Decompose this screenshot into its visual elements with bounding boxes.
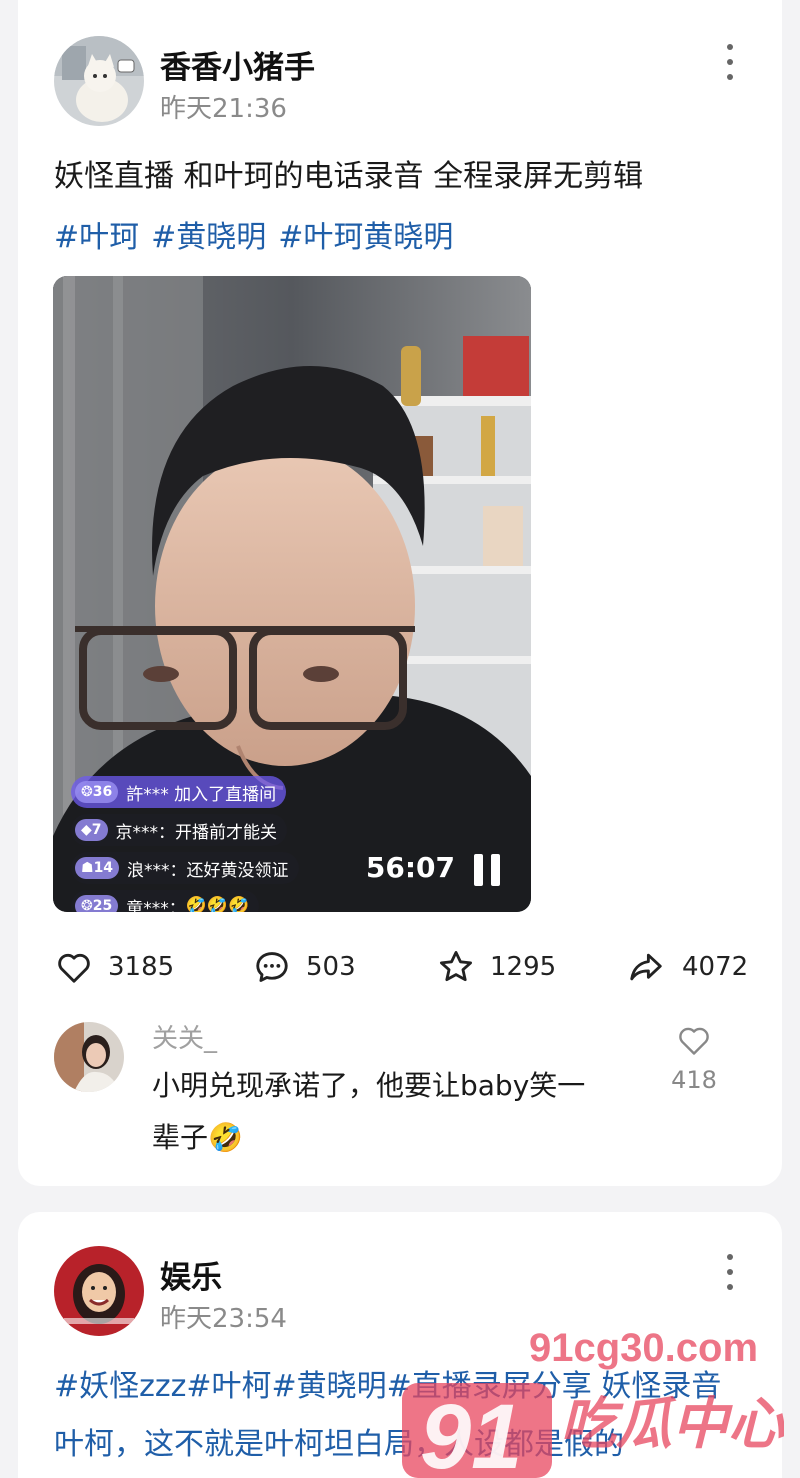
hashtag-link[interactable]: #叶珂 (54, 220, 139, 255)
share-arrow-icon (630, 953, 662, 981)
comment-button[interactable]: 503 (252, 944, 356, 990)
share-count: 4072 (682, 952, 749, 982)
chat-text: 还好黄没领证 (186, 860, 289, 881)
chat-message: ☗ 14 浪***： 还好黄没领证 (71, 852, 299, 884)
chat-message: ❂ 36 許*** 加入了直播间 (71, 776, 287, 808)
post-header: 娱乐 昨天23:54 (54, 1246, 752, 1336)
user-level-badge: ❂ 25 (75, 895, 119, 912)
chat-text: 开播前才能关 (175, 822, 278, 843)
chat-user: 童*** (126, 898, 169, 913)
share-button[interactable]: 4072 (624, 944, 748, 990)
hashtag-link[interactable]: #叶珂黄晓明 (278, 220, 453, 255)
post-actions: 3185 503 1295 4072 (54, 944, 752, 990)
more-options-icon[interactable] (720, 1254, 740, 1290)
star-icon (440, 951, 472, 982)
user-level-badge: ❂ 36 (75, 781, 119, 803)
chat-message: ❂ 25 童***： 🤣🤣🤣 (71, 890, 260, 913)
user-level-badge: ☗ 14 (75, 857, 120, 879)
top-comment[interactable]: 关关_ 小明兑现承诺了，他要让baby笑一辈子🤣 418 (54, 1018, 742, 1158)
heart-icon (58, 953, 90, 983)
author-name[interactable]: 娱乐 (160, 1252, 222, 1297)
post-header: 香香小猪手 昨天21:36 (54, 36, 752, 126)
comment-count: 503 (306, 952, 356, 982)
post-text: 妖怪直播 和叶珂的电话录音 全程录屏无剪辑 (54, 159, 644, 194)
post-time: 昨天21:36 (160, 94, 287, 124)
like-button[interactable]: 3185 (54, 944, 174, 990)
chat-user: 浪*** (127, 860, 170, 881)
chat-text: 加入了直播间 (174, 784, 277, 805)
heart-icon (679, 1027, 709, 1055)
author-name[interactable]: 香香小猪手 (160, 42, 315, 87)
hashtag-link[interactable]: #黄晓明 (151, 220, 266, 255)
post-time: 昨天23:54 (160, 1304, 287, 1334)
chat-user: 京*** (115, 822, 159, 843)
chat-user: 許*** (126, 784, 169, 805)
author-avatar[interactable] (54, 36, 144, 126)
comment-text: 小明兑现承诺了，他要让baby笑一辈子🤣 (152, 1069, 586, 1154)
comment-like-button[interactable]: 418 (664, 1022, 724, 1094)
favorite-count: 1295 (490, 952, 557, 982)
comment-icon (256, 952, 288, 982)
post-card[interactable]: 香香小猪手 昨天21:36 妖怪直播 和叶珂的电话录音 全程录屏无剪辑 #叶珂 #… (18, 0, 782, 1186)
favorite-button[interactable]: 1295 (436, 944, 556, 990)
author-avatar[interactable] (54, 1246, 144, 1336)
more-options-icon[interactable] (720, 44, 740, 80)
chat-message: ◆ 7 京***： 开播前才能关 (71, 814, 288, 846)
pause-icon[interactable] (469, 852, 505, 888)
like-count: 3185 (108, 952, 175, 982)
chat-text: 🤣🤣🤣 (185, 896, 250, 912)
post-card[interactable]: 娱乐 昨天23:54 #妖怪zzz#叶柯#黄晓明#直播录屏分享 妖怪录音叶柯，这… (18, 1212, 782, 1478)
comment-like-count: 418 (671, 1066, 717, 1094)
post-text: #妖怪zzz#叶柯#黄晓明#直播录屏分享 妖怪录音叶柯，这不就是叶柯坦白局，人设… (54, 1358, 742, 1474)
user-level-badge: ◆ 7 (75, 819, 108, 841)
hashtag-text[interactable]: #妖怪zzz#叶柯#黄晓明#直播录屏分享 妖怪录音叶柯，这不就是叶柯坦白局，人设… (54, 1369, 721, 1462)
post-tags: #叶珂 #黄晓明 #叶珂黄晓明 (54, 212, 742, 256)
video-duration: 56:07 (365, 851, 455, 884)
video-player[interactable]: ❂ 36 許*** 加入了直播间 ◆ 7 京***： 开播前才能关 ☗ 14 浪***… (53, 276, 531, 912)
live-chat-overlay: ❂ 36 許*** 加入了直播间 ◆ 7 京***： 开播前才能关 ☗ 14 浪***… (71, 776, 299, 912)
commenter-avatar[interactable] (54, 1022, 124, 1092)
commenter-name[interactable]: 关关_ (152, 1018, 217, 1055)
